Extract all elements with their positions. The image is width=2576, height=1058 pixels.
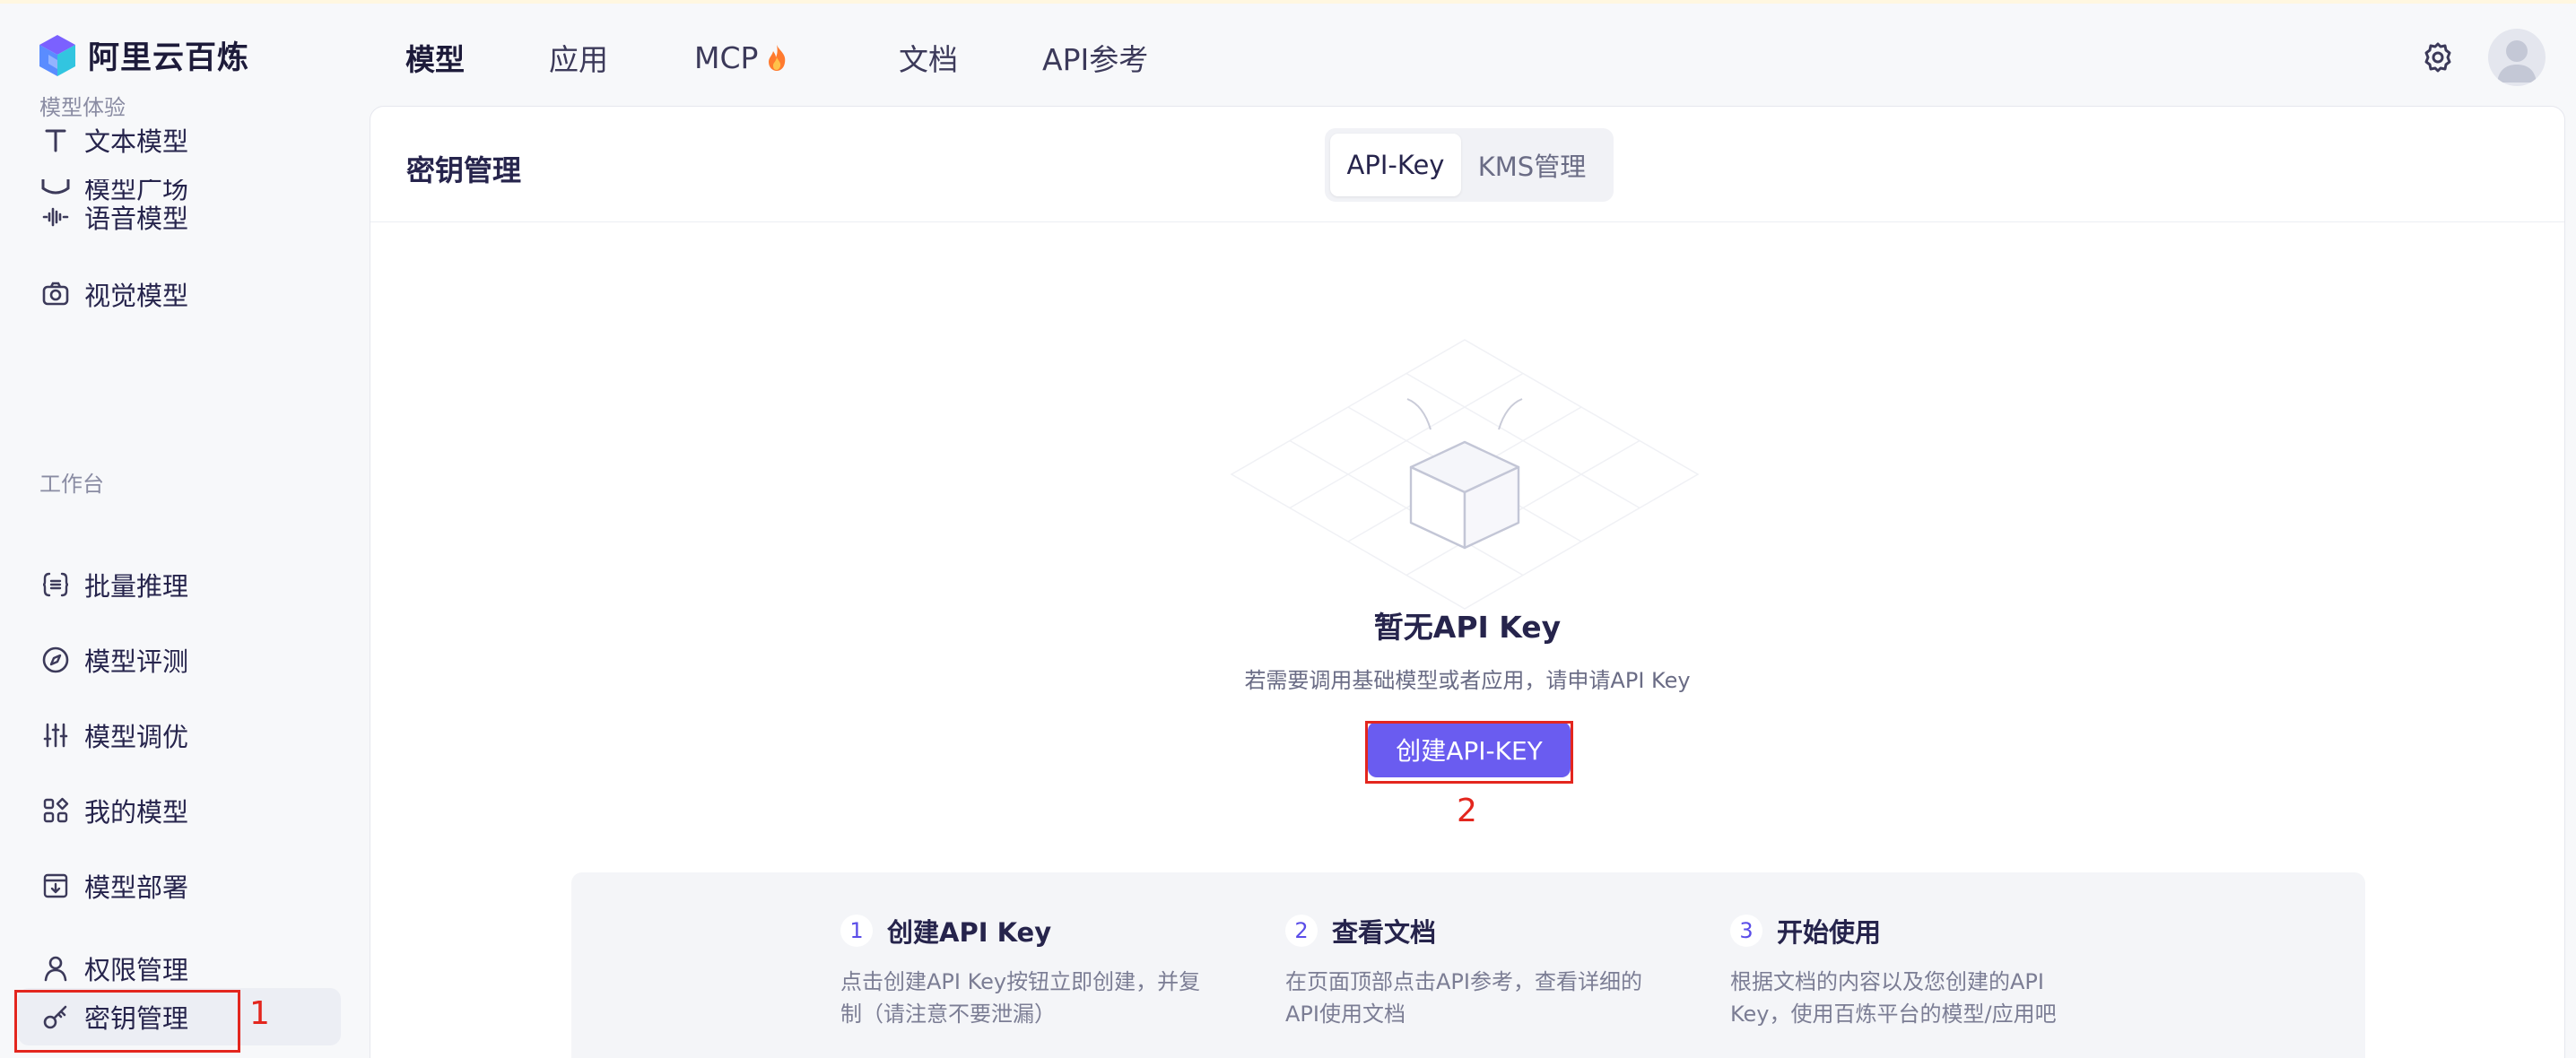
sidebar-item-label: 视觉模型 [84,281,189,311]
key-management-panel: 密钥管理 API-Key KMS管理 暂无API Key 若需要调用基础模型或者… [370,106,2565,1058]
app-logo[interactable]: 阿里云百炼 [38,32,249,78]
sidebar-item-label: 模型调优 [84,722,189,752]
section-text: 工作台 [39,472,104,497]
step-desc-line: API使用文档 [1285,1002,1405,1027]
sidebar: 模型广场 模型体验 文本模型 语音模型 视觉模型 工作台 批量推理 模型评测 模… [0,90,359,1058]
braces-icon [39,568,72,601]
sidebar-item-voice-model[interactable]: 语音模型 [18,188,341,246]
nav-label: 应用 [549,42,608,77]
empty-state-description: 若需要调用基础模型或者应用，请申请API Key [1244,668,1691,693]
logo-icon [39,34,75,76]
sidebar-item-model-tuning[interactable]: 模型调优 [18,707,341,764]
compass-icon [39,644,72,676]
nav-item-docs[interactable]: 文档 [899,36,1042,79]
step-number: 2 [1285,915,1318,947]
top-nav: 模型 应用 MCP 文档 API参考 [405,36,1222,79]
step-2: 2 查看文档 在页面顶部点击API参考，查看详细的 API使用文档 [1285,912,1680,1030]
step-description: 点击创建API Key按钮立即创建，并复 制（请注意不要泄漏） [840,966,1235,1030]
step-3: 3 开始使用 根据文档的内容以及您创建的API Key，使用百炼平台的模型/应用… [1730,912,2125,1030]
step-title: 创建API Key [887,917,1052,948]
top-header: 阿里云百炼 模型 应用 MCP 文档 API参考 [0,4,2576,108]
header-divider [370,221,2564,222]
sidebar-item-label: 模型部署 [84,872,189,903]
gear-icon[interactable] [2420,39,2456,75]
sidebar-item-model-deploy[interactable]: 模型部署 [18,857,341,915]
nav-item-apps[interactable]: 应用 [549,36,694,79]
sidebar-item-batch-inference[interactable]: 批量推理 [18,556,341,613]
step-desc-line: 制（请注意不要泄漏） [840,1002,1056,1027]
camera-icon [39,278,72,310]
nav-item-models[interactable]: 模型 [405,36,549,79]
app-name: 阿里云百炼 [88,40,250,76]
section-label-workbench: 工作台 [39,466,104,498]
deploy-icon [39,870,72,902]
nav-item-mcp[interactable]: MCP [694,36,899,79]
step-number: 3 [1730,915,1762,947]
annotation-number-2: 2 [1457,793,1477,829]
nav-label: 文档 [899,42,958,77]
sidebar-item-label: 文本模型 [84,126,189,157]
nav-label: 模型 [405,42,465,77]
text-icon [39,124,72,156]
nav-label: MCP [694,39,759,75]
sidebar-item-label: 批量推理 [84,571,189,602]
annotation-number-1: 1 [249,995,270,1032]
sidebar-item-text-model[interactable]: 文本模型 [18,111,341,169]
step-number: 1 [840,915,873,947]
tab-kms[interactable]: KMS管理 [1461,134,1603,196]
step-title: 开始使用 [1777,917,1882,948]
nav-item-api-reference[interactable]: API参考 [1042,36,1222,79]
step-description: 在页面顶部点击API参考，查看详细的 API使用文档 [1285,966,1680,1030]
step-title: 查看文档 [1332,917,1437,948]
sidebar-item-model-evaluation[interactable]: 模型评测 [18,631,341,689]
sidebar-item-label: 模型评测 [84,646,189,677]
empty-state-title: 暂无API Key [1373,610,1562,645]
sidebar-item-vision-model[interactable]: 视觉模型 [18,265,341,323]
annotation-box-2 [1365,721,1573,784]
sidebar-item-label: 语音模型 [84,204,189,234]
waveform-icon [39,201,72,233]
sidebar-item-label: 我的模型 [84,797,189,828]
step-desc-line: 在页面顶部点击API参考，查看详细的 [1285,969,1642,994]
user-avatar[interactable] [2488,29,2546,86]
sliders-icon [39,719,72,751]
tab-switcher: API-Key KMS管理 [1325,128,1614,202]
step-desc-line: 根据文档的内容以及您创建的API [1730,969,2044,994]
grid-icon [39,794,72,827]
steps-guide: 1 创建API Key 点击创建API Key按钮立即创建，并复 制（请注意不要… [571,872,2365,1058]
sidebar-item-my-models[interactable]: 我的模型 [18,782,341,839]
nav-label: API参考 [1042,42,1149,77]
step-desc-line: 点击创建API Key按钮立即创建，并复 [840,969,1201,994]
tab-api-key[interactable]: API-Key [1330,134,1461,196]
fire-icon [769,45,786,71]
avatar-icon [2497,40,2537,82]
step-description: 根据文档的内容以及您创建的API Key，使用百炼平台的模型/应用吧 [1730,966,2125,1030]
user-icon [39,952,72,984]
step-1: 1 创建API Key 点击创建API Key按钮立即创建，并复 制（请注意不要… [840,912,1235,1030]
sidebar-item-label: 权限管理 [84,955,189,985]
step-desc-line: Key，使用百炼平台的模型/应用吧 [1730,1002,2057,1027]
page-title: 密钥管理 [406,153,522,187]
annotation-box-1 [14,990,240,1053]
